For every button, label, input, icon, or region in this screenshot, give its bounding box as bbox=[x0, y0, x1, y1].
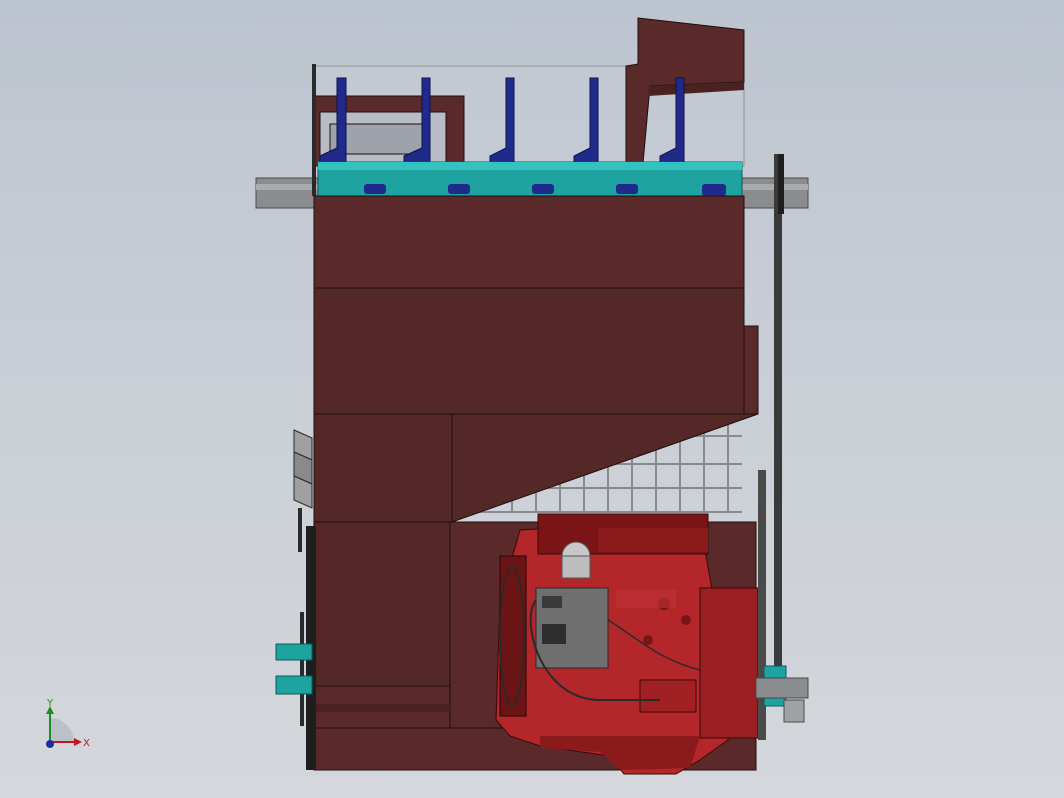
coordinate-triad: Y X bbox=[46, 698, 90, 749]
right-drive-belt bbox=[755, 154, 809, 740]
teal-beam bbox=[317, 161, 743, 197]
y-axis-label: Y bbox=[46, 698, 54, 709]
z-axis-dot bbox=[46, 740, 54, 748]
x-axis-label: X bbox=[83, 738, 90, 749]
left-fan-assembly bbox=[293, 429, 316, 770]
cad-viewport[interactable] bbox=[0, 0, 1064, 798]
